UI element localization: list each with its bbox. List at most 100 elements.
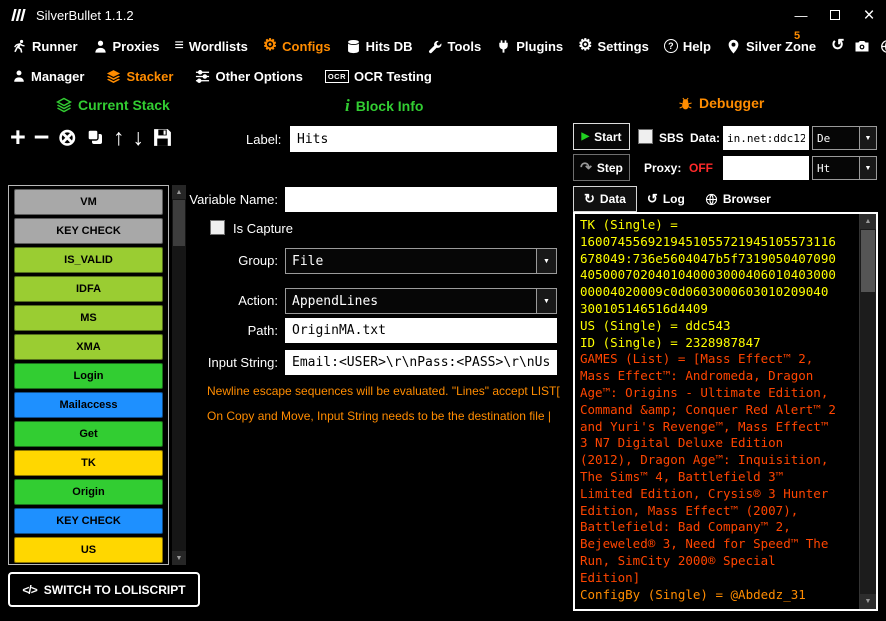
stack-block[interactable]: Get (14, 421, 163, 447)
step-button[interactable]: ↷ Step (573, 154, 630, 181)
chevron-down-icon[interactable]: ▼ (859, 127, 876, 149)
camera-icon (854, 39, 870, 53)
save-floppy-icon (152, 127, 173, 148)
stack-block[interactable]: MS (14, 305, 163, 331)
scroll-down-icon[interactable]: ▼ (172, 551, 186, 565)
log-scrollbar-thumb[interactable] (861, 230, 875, 292)
stack-block[interactable]: IS_VALID (14, 247, 163, 273)
maximize-button[interactable] (818, 0, 852, 30)
stack-block[interactable]: Origin (14, 479, 163, 505)
menu-settings[interactable]: ⚙ Settings (578, 38, 649, 54)
log-output: TK (Single) = 16007455692194510557219451… (580, 217, 855, 606)
debugger-header: Debugger (678, 95, 764, 111)
menu-tools[interactable]: Tools (428, 39, 482, 54)
move-down-button[interactable]: ↓ (132, 126, 144, 149)
chevron-down-icon[interactable]: ▼ (536, 249, 556, 273)
stack-block[interactable]: KEY CHECK (14, 218, 163, 244)
tab-data-label: Data (600, 192, 626, 206)
silver-zone-badge: 5 (794, 30, 800, 42)
question-glyph: ? (668, 41, 674, 51)
log-scrollbar[interactable]: ▲ ▼ (859, 214, 876, 609)
move-up-button[interactable]: ↑ (113, 126, 125, 149)
log-line: Edition] (580, 570, 855, 587)
stack-scrollbar-thumb[interactable] (173, 200, 185, 246)
gear-icon: ⚙ (578, 38, 592, 54)
ocr-icon: OCR (325, 70, 349, 83)
add-block-button[interactable]: + (10, 124, 26, 151)
menu-proxies-label: Proxies (113, 39, 160, 54)
tab-browser[interactable]: Browser (695, 186, 781, 212)
stack-block[interactable]: VM (14, 189, 163, 215)
stack-block[interactable]: IDFA (14, 276, 163, 302)
scroll-up-icon[interactable]: ▲ (860, 214, 876, 229)
history-button[interactable]: ↺ (831, 37, 844, 55)
clone-block-button[interactable] (85, 127, 105, 147)
submenu-stacker[interactable]: Stacker (106, 69, 173, 84)
path-input[interactable] (285, 318, 557, 343)
menu-settings-label: Settings (598, 39, 649, 54)
quick-icons: ↺ (831, 37, 886, 55)
screenshot-button[interactable] (854, 39, 870, 53)
tab-data[interactable]: ↻ Data (573, 186, 637, 212)
scroll-up-icon[interactable]: ▲ (172, 185, 186, 199)
play-icon: ▶ (581, 131, 589, 142)
is-capture-checkbox[interactable] (210, 220, 225, 235)
stack-block[interactable]: US (14, 537, 163, 563)
proxy-status-badge[interactable]: OFF (689, 161, 713, 175)
stack-block[interactable]: TK (14, 450, 163, 476)
menu-plugins[interactable]: Plugins (496, 39, 563, 54)
menu-proxies[interactable]: Proxies (93, 39, 160, 54)
debugger-title: Debugger (699, 95, 764, 111)
variable-name-input[interactable] (285, 187, 557, 212)
menu-silver-zone[interactable]: Silver Zone 5 (726, 39, 816, 54)
menu-plugins-label: Plugins (516, 39, 563, 54)
debugger-tabs: ↻ Data ↺ Log Browser (573, 186, 781, 212)
clear-stack-button[interactable]: ⊗ (58, 126, 77, 149)
action-select[interactable]: AppendLines ▼ (285, 288, 557, 314)
stack-list-scrollbar[interactable]: ▲ ▼ (172, 185, 186, 565)
minimize-button[interactable]: — (784, 0, 818, 30)
menu-runner[interactable]: Runner (12, 39, 78, 54)
input-string-input[interactable] (285, 350, 557, 375)
debug-data-input[interactable] (723, 126, 809, 150)
log-line: 300105146516d4409 (580, 301, 855, 318)
step-icon: ↷ (580, 159, 592, 176)
data-type-select[interactable]: De ▼ (812, 126, 877, 150)
submenu-other-options[interactable]: Other Options (195, 69, 302, 84)
menu-help[interactable]: ? Help (664, 39, 711, 54)
proxy-input[interactable] (723, 156, 809, 180)
action-select-value: AppendLines (286, 289, 536, 313)
log-line: (2012), Dragon Age™: Inquisition, (580, 452, 855, 469)
save-stack-button[interactable] (152, 127, 173, 148)
submenu-ocr-testing-label: OCR Testing (354, 69, 432, 84)
log-line: Run, SimCity 2000® Special (580, 553, 855, 570)
proxy-type-select[interactable]: Ht ▼ (812, 156, 877, 180)
stack-block[interactable]: KEY CHECK (14, 508, 163, 534)
tab-log[interactable]: ↺ Log (637, 186, 695, 212)
stack-block[interactable]: Mailaccess (14, 392, 163, 418)
remove-block-button[interactable]: − (34, 124, 50, 151)
chevron-down-icon[interactable]: ▼ (536, 289, 556, 313)
stack-block[interactable]: XMA (14, 334, 163, 360)
chevron-down-icon[interactable]: ▼ (859, 157, 876, 179)
menu-wordlists[interactable]: ≡ Wordlists (174, 38, 247, 54)
submenu-other-options-label: Other Options (215, 69, 302, 84)
menu-configs[interactable]: ⚙ Configs (263, 38, 331, 54)
log-line: TK (Single) = (580, 217, 855, 234)
log-line: The Sims™ 4, Battlefield 3™ (580, 469, 855, 486)
close-button[interactable]: × (852, 0, 886, 30)
step-label: Step (597, 161, 623, 175)
scroll-down-icon[interactable]: ▼ (860, 594, 876, 609)
submenu-manager[interactable]: Manager (12, 69, 84, 84)
submenu-ocr-testing[interactable]: OCR OCR Testing (325, 69, 432, 84)
sbs-checkbox[interactable] (638, 129, 653, 144)
switch-to-loliscript-button[interactable]: </> SWITCH TO LOLISCRIPT (8, 572, 200, 607)
group-select[interactable]: File ▼ (285, 248, 557, 274)
start-button[interactable]: ▶ Start (573, 123, 630, 150)
stack-diamond-icon (56, 97, 72, 113)
menu-hits-db[interactable]: Hits DB (346, 39, 413, 54)
stack-block[interactable]: Login (14, 363, 163, 389)
web-button[interactable] (880, 39, 886, 54)
label-input[interactable] (290, 126, 557, 152)
tab-browser-label: Browser (723, 192, 771, 206)
